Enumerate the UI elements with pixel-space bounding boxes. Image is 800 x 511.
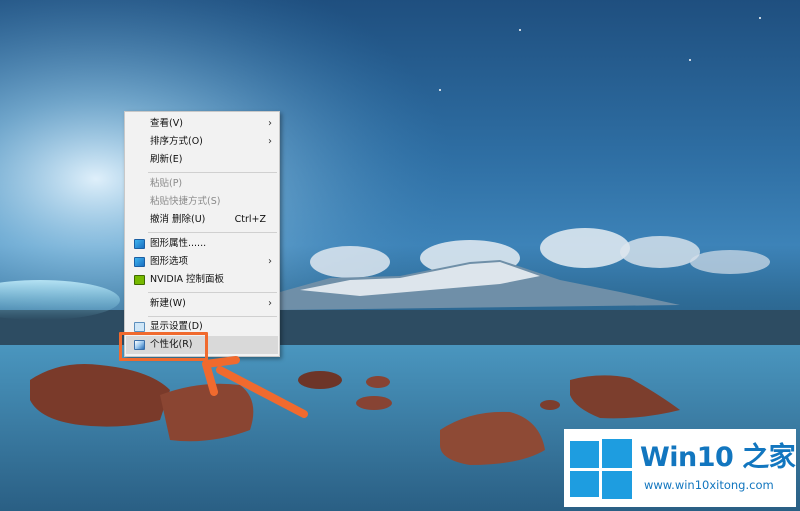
submenu-arrow-icon: ›: [268, 118, 272, 129]
submenu-arrow-icon: ›: [268, 256, 272, 267]
menu-item-label: 图形选项: [150, 256, 189, 267]
menu-item-undo-delete[interactable]: 撤消 删除(U) Ctrl+Z: [126, 211, 278, 229]
menu-item-label: 撤消 删除(U): [150, 214, 206, 225]
menu-item-refresh[interactable]: 刷新(E): [126, 151, 278, 169]
intel-graphics-icon: [134, 239, 145, 249]
menu-separator: [148, 232, 277, 233]
nvidia-icon: [134, 275, 145, 285]
menu-item-sort-by[interactable]: 排序方式(O) ›: [126, 133, 278, 151]
menu-item-label: 刷新(E): [150, 154, 183, 165]
menu-item-label: 新建(W): [150, 298, 186, 309]
display-settings-icon: [134, 322, 145, 332]
menu-item-label: 查看(V): [150, 118, 183, 129]
menu-separator: [148, 292, 277, 293]
menu-item-label: 粘贴(P): [150, 178, 183, 189]
menu-item-view[interactable]: 查看(V) ›: [126, 115, 278, 133]
windows-logo-icon: [570, 439, 632, 499]
menu-item-new[interactable]: 新建(W) ›: [126, 295, 278, 313]
menu-item-paste: 粘贴(P): [126, 175, 278, 193]
menu-item-label: 图形属性......: [150, 238, 207, 249]
desktop-wallpaper[interactable]: 查看(V) › 排序方式(O) › 刷新(E) 粘贴(P) 粘贴快捷方式(S) …: [0, 0, 800, 511]
menu-separator: [148, 172, 277, 173]
desktop-context-menu: 查看(V) › 排序方式(O) › 刷新(E) 粘贴(P) 粘贴快捷方式(S) …: [124, 111, 280, 357]
menu-item-label: 粘贴快捷方式(S): [150, 196, 221, 207]
menu-item-graphics-properties[interactable]: 图形属性......: [126, 235, 278, 253]
menu-item-shortcut: Ctrl+Z: [234, 214, 266, 225]
menu-item-label: 排序方式(O): [150, 136, 203, 147]
menu-item-graphics-options[interactable]: 图形选项 ›: [126, 253, 278, 271]
menu-separator: [148, 316, 277, 317]
submenu-arrow-icon: ›: [268, 136, 272, 147]
menu-item-nvidia-control-panel[interactable]: NVIDIA 控制面板: [126, 271, 278, 289]
watermark-title: Win10 之家: [640, 442, 796, 473]
annotation-highlight-box: [119, 332, 208, 361]
submenu-arrow-icon: ›: [268, 298, 272, 309]
menu-item-label: NVIDIA 控制面板: [150, 274, 225, 285]
intel-graphics-icon: [134, 257, 145, 267]
win10-home-watermark: Win10 之家 www.win10xitong.com: [564, 429, 796, 507]
menu-item-paste-shortcut: 粘贴快捷方式(S): [126, 193, 278, 211]
watermark-url: www.win10xitong.com: [644, 478, 774, 492]
